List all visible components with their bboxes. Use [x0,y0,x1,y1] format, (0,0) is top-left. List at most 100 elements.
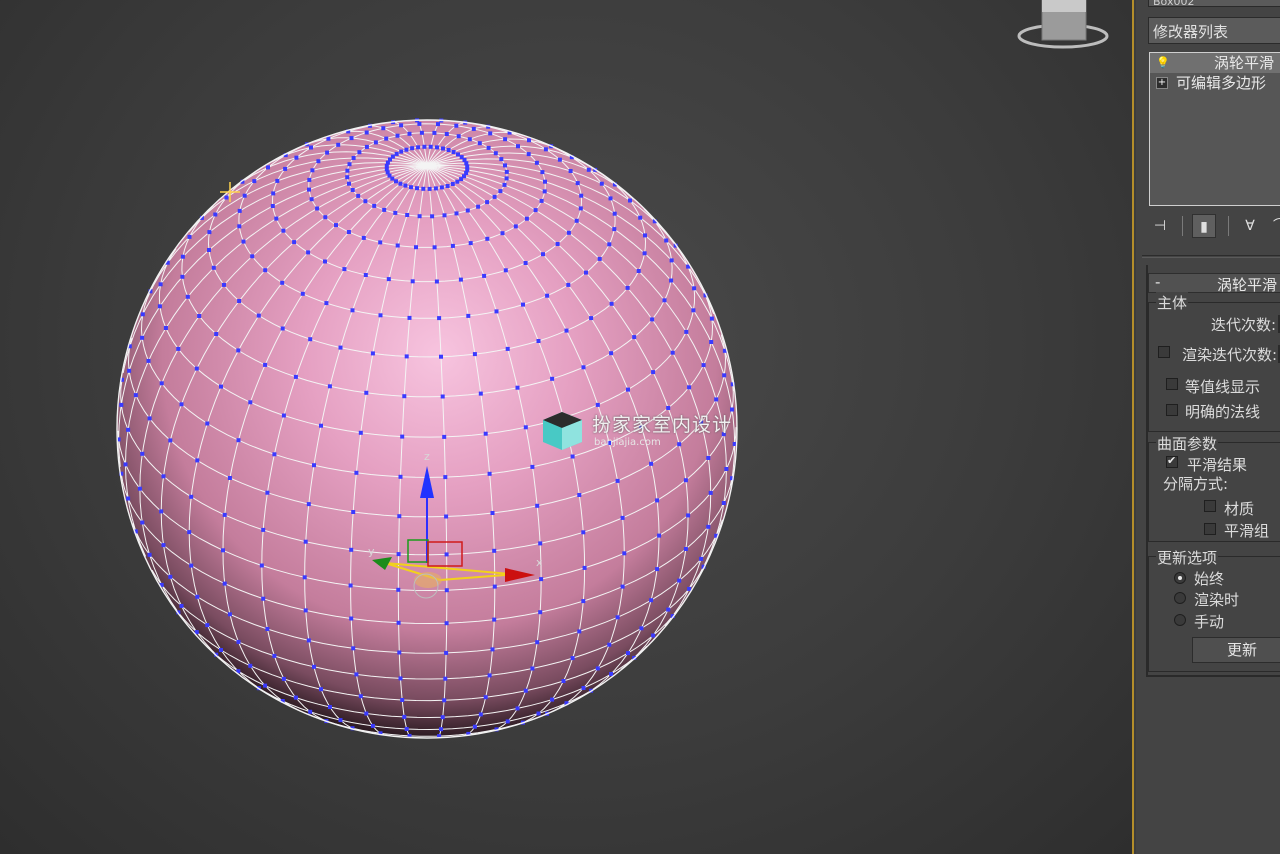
mesh-vertex [409,185,413,190]
main-group-title: 主体 [1156,292,1189,313]
show-end-result-icon[interactable]: ▮ [1192,214,1216,238]
collapse-icon[interactable]: - [1155,273,1160,291]
explicit-normals-label: 明确的法线 [1185,403,1261,421]
gizmo-x-label: x [536,556,543,569]
mesh-vertex [458,277,463,282]
mesh-vertex [338,718,343,723]
pin-stack-icon[interactable]: ⊣ [1148,214,1172,238]
mesh-vertex [666,607,671,612]
update-button[interactable]: 更新 [1192,637,1280,663]
mesh-vertex [261,527,266,532]
modifier-list-dropdown[interactable]: 修改器列表 [1148,17,1280,44]
mesh-vertex [669,278,674,283]
mesh-vertex [490,511,495,515]
smooth-result-checkbox[interactable] [1166,454,1178,468]
smoothing-groups-checkbox[interactable] [1204,523,1216,535]
mesh-vertex [319,687,323,692]
object-name-field[interactable]: Box002 [1148,0,1280,8]
mesh-vertex [626,651,630,656]
mesh-vertex [281,413,286,418]
mesh-vertex [400,434,405,439]
mesh-vertex [394,151,399,156]
mesh-vertex [303,608,308,613]
render-iters-label: 渲染迭代次数: [1182,346,1278,364]
materials-checkbox[interactable] [1204,500,1216,512]
viewcube-icon[interactable] [1017,0,1109,49]
plus-expand-icon[interactable]: + [1156,77,1168,89]
lightbulb-icon[interactable]: 💡 [1156,57,1170,69]
mesh-vertex [417,121,422,126]
always-radio[interactable] [1174,572,1186,584]
mesh-vertex [490,647,495,652]
mesh-vertex [354,470,359,475]
mesh-vertex [437,316,442,321]
mesh-vertex [524,216,529,221]
mesh-vertex [483,695,488,700]
mesh-vertex [358,430,363,435]
mesh-vertex [351,510,356,514]
perspective-viewport[interactable]: 扮家家室内设计 banjiajia.com z y x [0,0,1134,854]
mesh-vertex [158,282,163,287]
mesh-vertex [294,155,299,160]
mesh-vertex [159,509,164,514]
mesh-vertex [443,475,448,480]
mesh-vertex [363,199,368,204]
mesh-vertex [302,575,307,580]
mesh-vertex [570,656,575,661]
mesh-vertex [189,563,194,568]
mesh-vertex [327,705,332,709]
mesh-vertex [607,242,612,247]
mesh-vertex [620,515,625,520]
mesh-vertex [439,354,443,359]
mesh-vertex [499,157,504,162]
toolbar-divider [1228,216,1229,236]
mesh-vertex [581,686,586,690]
mesh-vertex [628,198,632,203]
mesh-vertex [451,150,456,154]
mesh-vertex [709,340,714,344]
mesh-vertex [550,697,555,702]
manually-radio[interactable] [1174,614,1186,626]
mesh-vertex [493,151,498,156]
mesh-vertex [147,416,152,421]
sphere-mesh[interactable] [0,0,1134,854]
mesh-vertex [599,181,604,186]
mesh-vertex [471,126,476,131]
mesh-vertex [187,234,192,239]
mesh-vertex [450,182,455,186]
mesh-vertex [441,146,445,151]
mesh-vertex [577,493,582,497]
mesh-vertex [123,462,128,467]
render-iters-checkbox[interactable] [1158,346,1170,358]
mesh-vertex [396,552,401,557]
mesh-vertex [283,166,288,171]
mesh-vertex [395,243,400,248]
modifier-stack[interactable]: 💡 涡轮平滑 + 可编辑多边形 [1149,52,1280,206]
explicit-normals-checkbox[interactable] [1166,404,1178,416]
stack-item-editable-poly[interactable]: + 可编辑多边形 [1150,73,1280,93]
rollout-header[interactable]: - 涡轮平滑 [1148,273,1280,294]
panel-separator [1142,257,1280,258]
mesh-vertex [442,213,447,218]
mesh-vertex [310,168,315,173]
mesh-vertex [219,384,223,389]
when-rendering-label: 渲染时 [1194,591,1240,609]
mesh-vertex [242,193,247,198]
isoline-checkbox[interactable] [1166,378,1178,390]
mesh-vertex [157,304,162,309]
stack-item-turbosmooth[interactable]: 💡 涡轮平滑 [1150,53,1280,73]
mesh-vertex [237,208,242,213]
mesh-vertex [323,215,328,220]
when-rendering-radio[interactable] [1174,592,1186,604]
mesh-vertex [266,165,270,170]
mesh-vertex [683,547,688,551]
mesh-vertex [444,514,449,519]
mesh-vertex [272,452,277,457]
mesh-vertex [444,650,449,655]
mesh-vertex [407,131,412,136]
make-unique-icon[interactable]: ∀ [1238,214,1262,238]
mesh-vertex [398,676,403,681]
mesh-vertex [502,182,507,187]
mesh-vertex [345,168,350,173]
remove-modifier-icon[interactable]: ⌒ [1268,214,1280,238]
